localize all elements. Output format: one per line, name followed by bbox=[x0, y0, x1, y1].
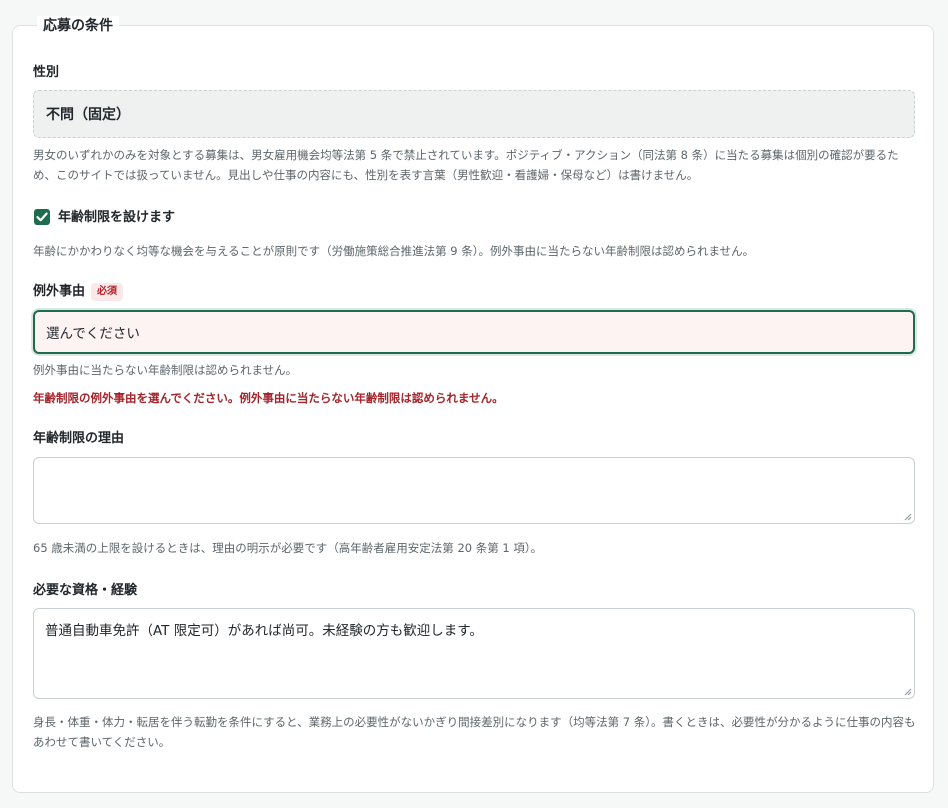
gender-value: 不問（固定） bbox=[46, 107, 130, 123]
age-reason-textarea[interactable] bbox=[33, 457, 915, 524]
age-limit-help-text: 年齢にかかわりなく均等な機会を与えることが原則です（労働施策総合推進法第 9 条… bbox=[33, 244, 755, 258]
qualifications-value: 普通自動車免許（AT 限定可）があれば尚可。未経験の方も歓迎します。 bbox=[45, 623, 483, 639]
exception-error-message: 年齢制限の例外事由を選んでください。例外事由に当たらない年齢制限は認められません… bbox=[33, 391, 504, 405]
exception-help-text: 例外事由に当たらない年齢制限は認められません。 bbox=[33, 363, 298, 377]
exception-select-value: 選んでください bbox=[46, 326, 140, 342]
exception-label-text: 例外事由 bbox=[33, 284, 86, 299]
gender-fixed-value: 不問（固定） bbox=[33, 90, 915, 138]
resize-grip-icon[interactable] bbox=[904, 688, 912, 696]
age-reason-help-text: 65 歳未満の上限を設けるときは、理由の明示が必要です（高年齢者雇用安定法第 2… bbox=[33, 541, 543, 555]
qualifications-textarea[interactable]: 普通自動車免許（AT 限定可）があれば尚可。未経験の方も歓迎します。 bbox=[33, 608, 915, 699]
age-reason-label: 年齢制限の理由 bbox=[33, 431, 125, 446]
application-conditions-fieldset: 応募の条件 性別 不問（固定） 男女のいずれかのみを対象とする募集は、男女雇用機… bbox=[12, 16, 934, 793]
qualifications-label: 必要な資格・経験 bbox=[33, 583, 138, 598]
checkmark-icon bbox=[36, 212, 48, 222]
exception-select[interactable]: 選んでください bbox=[33, 310, 915, 354]
age-limit-checkbox[interactable] bbox=[34, 209, 50, 225]
age-limit-checkbox-label[interactable]: 年齢制限を設けます bbox=[58, 209, 175, 227]
qualifications-help-text: 身長・体重・体力・転居を伴う転勤を条件にすると、業務上の必要性がないかぎり間接差… bbox=[33, 715, 916, 749]
section-legend: 応募の条件 bbox=[37, 16, 119, 36]
gender-label: 性別 bbox=[33, 65, 60, 80]
resize-grip-icon[interactable] bbox=[904, 513, 912, 521]
exception-label: 例外事由 必須 bbox=[33, 283, 124, 301]
required-badge: 必須 bbox=[91, 283, 124, 301]
gender-help-text: 男女のいずれかのみを対象とする募集は、男女雇用機会均等法第 5 条で禁止されてい… bbox=[33, 148, 899, 182]
